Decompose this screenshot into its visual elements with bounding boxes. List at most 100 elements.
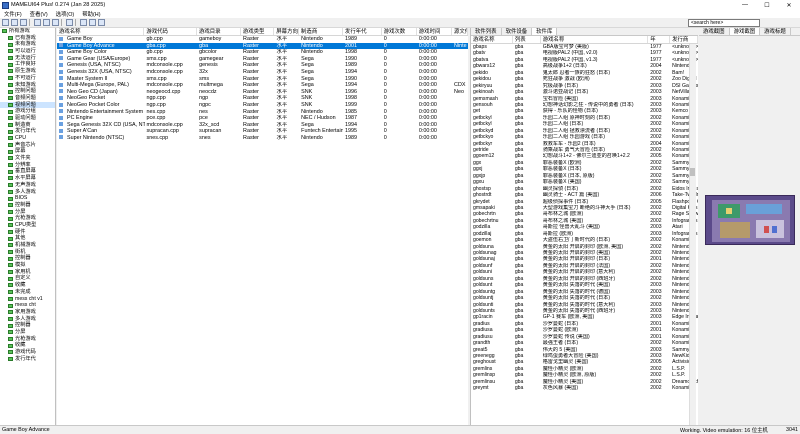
column-header[interactable]: 发行商 — [670, 36, 698, 43]
column-header[interactable]: 列表 — [513, 36, 541, 43]
column-header[interactable]: 游戏名称 — [541, 36, 649, 43]
sidebar-item-label: 游戏分组 — [15, 108, 36, 115]
table-row[interactable]: Master System II sms.cpp sms Raster 水平 Sega 19… — [57, 76, 468, 83]
table-cell: pce — [199, 115, 208, 122]
column-header[interactable]: 年 — [648, 36, 671, 43]
tab-screenshot[interactable]: 游戏截图 — [729, 28, 761, 35]
table-row[interactable]: Nintendo Entertainment System (NTSC)nes.… — [57, 109, 468, 116]
column-header[interactable]: 游戏代码 — [144, 28, 197, 35]
sidebar-item[interactable]: 收藏 — [0, 282, 55, 289]
table-row[interactable]: Game Gear (USA/Europe) sms.cpp gamegear Ras… — [57, 56, 468, 63]
sidebar-item[interactable]: 分屏 — [0, 329, 55, 336]
sidebar-item[interactable]: 文件夹 — [0, 155, 55, 162]
sidebar-item[interactable]: 未完成 — [0, 289, 55, 296]
sidebar-item[interactable]: 模拟 — [0, 262, 55, 269]
table-row[interactable]: Game Boy gb.cpp gameboy Raster 水平 Nintendo 198… — [57, 36, 468, 43]
scrollbar-thumb[interactable] — [690, 168, 695, 176]
sidebar-item[interactable]: mess cht — [0, 302, 55, 309]
minimize-button[interactable]: — — [734, 2, 756, 8]
software-scrollbar[interactable] — [689, 44, 696, 425]
menu-help[interactable]: 帮助(H) — [78, 10, 104, 18]
column-header[interactable]: 游戏次数 — [382, 28, 417, 35]
menu-options[interactable]: 选项(O) — [52, 10, 79, 18]
sidebar-item[interactable]: 收藏 — [0, 342, 55, 349]
sidebar-item[interactable]: CPU类型 — [0, 222, 55, 229]
table-row[interactable]: NeoGeo Pocket Color ngp.cpp ngpc Raster 水平 SN… — [57, 102, 468, 109]
sidebar-item[interactable]: CPU — [0, 135, 55, 142]
large-icons-icon[interactable] — [34, 19, 41, 26]
tab-software-list[interactable]: 软件列表 — [471, 28, 502, 35]
sidebar-item[interactable]: 机械游戏 — [0, 242, 55, 249]
status-bar: Game Boy Advance Working. Video emulatio… — [0, 425, 800, 434]
column-header[interactable]: 发行年代 — [343, 28, 382, 35]
folder-list-icon[interactable] — [2, 19, 9, 26]
sidebar-item[interactable]: 驱动问题 — [0, 115, 55, 122]
sidebar-item[interactable]: 光枪游戏 — [0, 336, 55, 343]
table-row[interactable]: Multi-Mega (Europe, PAL) mdconsole.cpp mul… — [57, 82, 468, 89]
table-row[interactable]: NeoGeo Pocket ngp.cpp ngp Raster 水平 SNK 1998 0 0… — [57, 95, 468, 102]
table-cell — [452, 95, 468, 102]
table-row[interactable]: Genesis (USA, NTSC) mdconsole.cpp genesis R… — [57, 62, 468, 69]
tab-software-devices[interactable]: 软件设备 — [502, 28, 533, 35]
column-header[interactable]: 屏幕方向 — [274, 28, 300, 35]
table-row[interactable]: Sega Genesis 32X CD (USA, NTSC)mdconsole… — [57, 122, 468, 129]
table-row[interactable]: Super A'Can supracan.cpp supracan Raster 水平 F… — [57, 128, 468, 135]
table-row[interactable]: Super Nintendo (NTSC) snes.cpp snes Raster 水… — [57, 135, 468, 142]
sidebar-item[interactable]: 其他 — [0, 235, 55, 242]
sidebar-item[interactable]: mess cht v1 — [0, 296, 55, 303]
table-row[interactable]: PC Engine pce.cpp pce Raster 水平 NEC / Hudson 1… — [57, 115, 468, 122]
sidebar-item[interactable]: 自定义 — [0, 275, 55, 282]
table-row[interactable]: Game Boy Advance gba.cpp gba Raster 水平 Ninten… — [57, 42, 468, 50]
sidebar-item[interactable]: BIOS — [0, 195, 55, 202]
column-header[interactable]: 制造商 — [299, 28, 343, 35]
column-header[interactable]: 游戏类型 — [241, 28, 275, 35]
table-cell: 1989 — [345, 134, 358, 141]
sidebar-item[interactable]: 光枪游戏 — [0, 215, 55, 222]
list-item[interactable]: greymt gba 灰色风暴 (美国) 2002 Konami — [471, 385, 698, 391]
table-row[interactable]: Game Boy Color gb.cpp gbcolor Raster 水平 Ninte… — [57, 49, 468, 56]
sidebar-item[interactable]: 控制器 — [0, 202, 55, 209]
column-header[interactable]: 游戏目录 — [197, 28, 241, 35]
column-header[interactable]: 游戏名称 — [57, 28, 145, 35]
list-view-icon[interactable] — [20, 19, 27, 26]
sidebar-item[interactable]: 不可运行 — [0, 75, 55, 82]
tab-title[interactable]: 游戏标题 — [760, 28, 791, 35]
menu-file[interactable]: 文件(F) — [0, 10, 26, 18]
sidebar-item[interactable]: 控制器 — [0, 255, 55, 262]
zoom-icon[interactable] — [89, 19, 96, 26]
sidebar-item[interactable]: 音频问题 — [0, 95, 55, 102]
sidebar-item[interactable]: 家用游戏 — [0, 309, 55, 316]
table-row[interactable]: Genesis 32X (USA, NTSC) mdconsole.cpp 32x R… — [57, 69, 468, 76]
sidebar-item[interactable]: 游戏分组 — [0, 108, 55, 115]
tab-software-library[interactable]: 软件库 — [532, 28, 558, 35]
sidebar-item[interactable]: 无声游戏 — [0, 182, 55, 189]
sidebar-item[interactable]: 发行年代 — [0, 128, 55, 135]
maximize-button[interactable]: ☐ — [756, 2, 778, 9]
screenshot-icon[interactable] — [11, 19, 18, 26]
close-button[interactable]: ✕ — [778, 2, 800, 9]
sidebar-item[interactable]: 原生游戏 — [0, 68, 55, 75]
small-icons-icon[interactable] — [43, 19, 50, 26]
sidebar-item[interactable]: 水平屏幕 — [0, 175, 55, 182]
help-icon[interactable] — [98, 19, 105, 26]
sidebar-item[interactable]: 发行年代 — [0, 356, 55, 363]
table-row[interactable]: Neo Geo CD (Japan) neogeocd.cpp neocdz Rast… — [57, 89, 468, 96]
sidebar-item[interactable]: 硬件 — [0, 229, 55, 236]
sidebar-item[interactable]: 多人游戏 — [0, 189, 55, 196]
grouped-icon[interactable] — [66, 19, 73, 26]
column-header[interactable]: 游戏名称 — [471, 36, 513, 43]
sidebar-item[interactable]: 控制问题 — [0, 88, 55, 95]
column-header[interactable]: 游戏时间 — [417, 28, 452, 35]
sidebar-item[interactable]: 可以运行 — [0, 48, 55, 55]
menu-view[interactable]: 查看(V) — [26, 10, 52, 18]
details-icon[interactable] — [52, 19, 59, 26]
tab-snapshot[interactable]: 游戏截图 — [699, 28, 730, 35]
refresh-icon[interactable] — [80, 19, 87, 26]
column-header[interactable]: 源文件 — [452, 28, 468, 35]
sidebar-item[interactable]: 所有游戏 — [0, 28, 55, 35]
sidebar-item[interactable]: 控制器 — [0, 322, 55, 329]
search-input[interactable]: <search here> — [688, 19, 760, 27]
sidebar-item[interactable]: 游戏代码 — [0, 349, 55, 356]
table-cell: 1994 — [345, 82, 358, 89]
sidebar-item[interactable]: 声音芯片 — [0, 142, 55, 149]
